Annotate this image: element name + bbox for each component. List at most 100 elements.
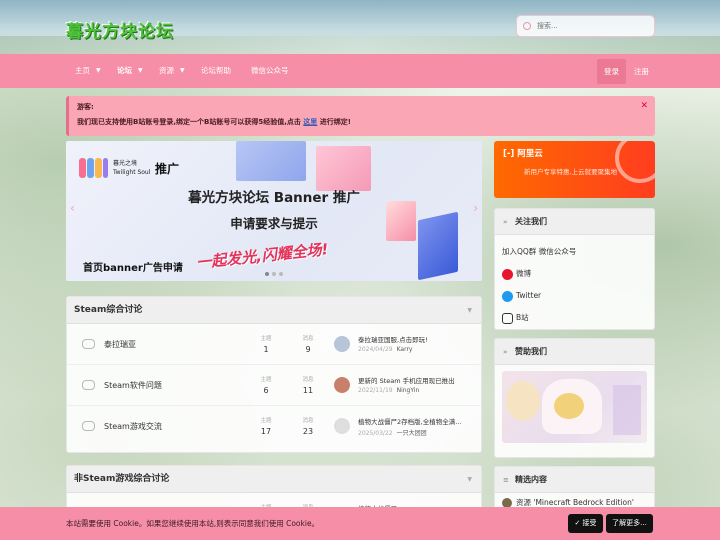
learn-more-button[interactable]: 了解更多... xyxy=(606,514,653,533)
weibo-label: 微博 xyxy=(516,269,531,278)
accept-button[interactable]: ✓ 接受 xyxy=(568,514,603,533)
nav-label: 微信公众号 xyxy=(251,66,289,75)
last-post-title[interactable]: 泰拉瑞亚国服,点击即玩! xyxy=(358,334,473,344)
bilibili-icon xyxy=(502,312,513,324)
nav-label: 论坛帮助 xyxy=(201,66,231,75)
aliyun-icon: [-] xyxy=(503,149,518,159)
twitter-label: Twitter xyxy=(516,291,542,300)
ad-text: 新用户专享特惠,上云就要聚集地 xyxy=(524,168,618,176)
last-post-title[interactable]: 植物大战僵尸2存档版,全植物全满... xyxy=(358,416,473,426)
chevron-down-icon: ▼ xyxy=(96,67,101,74)
last-post-user[interactable]: Karry xyxy=(397,346,413,353)
chevron-right-icon[interactable]: › xyxy=(473,201,478,215)
collapse-icon[interactable]: ▼ xyxy=(467,466,472,493)
banner-apply-link[interactable]: 首页banner广告申请 xyxy=(83,259,183,274)
search-box[interactable] xyxy=(516,15,655,37)
notice-title: 游客: xyxy=(77,103,94,111)
carousel-dots xyxy=(265,272,283,276)
forum-category: Steam综合讨论 ▼ 泰拉瑞亚 主题 1 消息 9 泰拉瑞亚国服,点击即玩! 2… xyxy=(66,296,482,453)
last-post-date: 2025/03/22 xyxy=(358,430,393,437)
posts-count: 23 xyxy=(302,427,314,436)
forum-icon xyxy=(82,380,95,390)
carousel-dot[interactable] xyxy=(279,272,283,276)
brand-logo: 暮光之境 Twilight Soul xyxy=(79,155,150,181)
notice-text-before: 我们现已支持使用B站账号登录,绑定一个B站账号可以获得5经验值,点击 xyxy=(77,118,301,126)
threads-count: 17 xyxy=(260,427,272,436)
sponsor-image[interactable] xyxy=(502,371,647,443)
main-nav: 主页 ▼ 论坛 ▼ 资源 ▼ 论坛帮助 微信公众号 登录 注册 xyxy=(0,54,720,88)
forum-name[interactable]: Steam游戏交流 xyxy=(104,421,162,432)
avatar[interactable] xyxy=(334,336,350,352)
sponsor-panel: » 赞助我们 xyxy=(494,338,655,458)
posts-label: 消息 xyxy=(302,418,314,424)
carousel-dot[interactable] xyxy=(272,272,276,276)
last-post-date: 2024/04/29 xyxy=(358,346,393,353)
featured-item-label: 资源 'Minecraft Bedrock Edition' xyxy=(516,498,634,507)
threads-count: 1 xyxy=(263,345,269,354)
category-title: 非Steam游戏综合讨论 xyxy=(74,474,170,484)
chevron-left-icon[interactable]: ‹ xyxy=(70,201,75,215)
search-input[interactable] xyxy=(537,22,637,30)
last-post-user[interactable]: 一只大团团 xyxy=(397,430,427,437)
nav-item-forum[interactable]: 论坛 ▼ xyxy=(117,54,143,88)
brand-name: 暮光之境 Twilight Soul xyxy=(113,159,150,177)
close-icon[interactable]: ✕ xyxy=(640,101,648,111)
panel-header: ≡ 精选内容 xyxy=(495,467,654,493)
banner-carousel[interactable]: 暮光之境 Twilight Soul 推广 暮光方块论坛 Banner 推广 申请… xyxy=(66,141,482,281)
last-post-meta: 2025/03/22 一只大团团 xyxy=(358,428,427,437)
chevron-down-icon: ▼ xyxy=(180,67,185,74)
carousel-dot[interactable] xyxy=(265,272,269,276)
site-logo[interactable]: 暮光方块论坛 xyxy=(66,17,174,42)
panel-title: 赞助我们 xyxy=(515,347,547,356)
nav-item-home[interactable]: 主页 ▼ xyxy=(75,54,101,88)
last-post-title[interactable]: 更新的 Steam 手机应用现已推出 xyxy=(358,375,473,385)
register-button[interactable]: 注册 xyxy=(628,59,655,84)
follow-links: 加入QQ群 微信公众号 微博 Twitter B站 xyxy=(495,235,654,335)
notice-link[interactable]: 这里 xyxy=(303,118,317,126)
banner-decoration xyxy=(316,146,371,191)
last-post-meta: 2024/04/29 Karry xyxy=(358,346,412,353)
bilibili-link[interactable]: B站 xyxy=(502,307,647,329)
posts-label: 消息 xyxy=(302,336,314,342)
category-header[interactable]: Steam综合讨论 ▼ xyxy=(67,297,481,324)
chevron-double-icon: » xyxy=(503,218,508,226)
posts-count: 9 xyxy=(305,345,311,354)
nav-label: 资源 xyxy=(159,66,174,75)
banner-title: 暮光方块论坛 Banner 推广 xyxy=(188,190,360,206)
featured-panel: ≡ 精选内容 资源 'Minecraft Bedrock Edition' xyxy=(494,466,655,511)
nav-item-resources[interactable]: 资源 ▼ xyxy=(159,54,185,88)
forum-icon xyxy=(82,339,95,349)
ad-brand: [-] 阿里云 xyxy=(503,147,543,159)
threads-label: 主题 xyxy=(260,377,272,383)
follow-line[interactable]: 加入QQ群 微信公众号 xyxy=(502,241,647,263)
site-header: 暮光方块论坛 xyxy=(0,0,720,54)
twitter-icon xyxy=(502,290,513,302)
forum-row[interactable]: Steam软件问题 主题 6 消息 11 更新的 Steam 手机应用现已推出 … xyxy=(67,365,481,406)
avatar[interactable] xyxy=(334,377,350,393)
sidebar-ad[interactable]: [-] 阿里云 新用户专享特惠,上云就要聚集地 xyxy=(494,141,655,198)
nav-item-help[interactable]: 论坛帮助 xyxy=(201,54,231,88)
forum-row[interactable]: Steam游戏交流 主题 17 消息 23 植物大战僵尸2存档版,全植物全满..… xyxy=(67,406,481,447)
panel-title: 关注我们 xyxy=(515,217,547,226)
panel-title: 精选内容 xyxy=(515,475,547,484)
posts-label: 消息 xyxy=(302,377,314,383)
nav-item-wechat[interactable]: 微信公众号 xyxy=(251,54,289,88)
guest-notice: 游客: 我们现已支持使用B站账号登录,绑定一个B站账号可以获得5经验值,点击 这… xyxy=(66,96,655,136)
ad-decoration xyxy=(615,141,655,183)
login-button[interactable]: 登录 xyxy=(597,59,626,84)
forum-name[interactable]: 泰拉瑞亚 xyxy=(104,339,136,350)
forum-row[interactable]: 泰拉瑞亚 主题 1 消息 9 泰拉瑞亚国服,点击即玩! 2024/04/29 Ka… xyxy=(67,324,481,365)
last-post-date: 2022/11/19 xyxy=(358,387,393,394)
collapse-icon[interactable]: ▼ xyxy=(467,297,472,324)
avatar[interactable] xyxy=(334,418,350,434)
bilibili-label: B站 xyxy=(516,313,529,322)
twitter-link[interactable]: Twitter xyxy=(502,285,647,307)
list-icon: ≡ xyxy=(503,476,509,484)
last-post-meta: 2022/11/19 NingYin xyxy=(358,387,419,394)
weibo-link[interactable]: 微博 xyxy=(502,263,647,285)
forum-name[interactable]: Steam软件问题 xyxy=(104,380,162,391)
cookie-text: 本站需要使用 Cookie。如果您继续使用本站,则表示同意我们使用 Cookie… xyxy=(66,519,320,528)
banner-tag: 推广 xyxy=(155,162,180,176)
category-header[interactable]: 非Steam游戏综合讨论 ▼ xyxy=(67,466,481,493)
last-post-user[interactable]: NingYin xyxy=(397,387,420,394)
